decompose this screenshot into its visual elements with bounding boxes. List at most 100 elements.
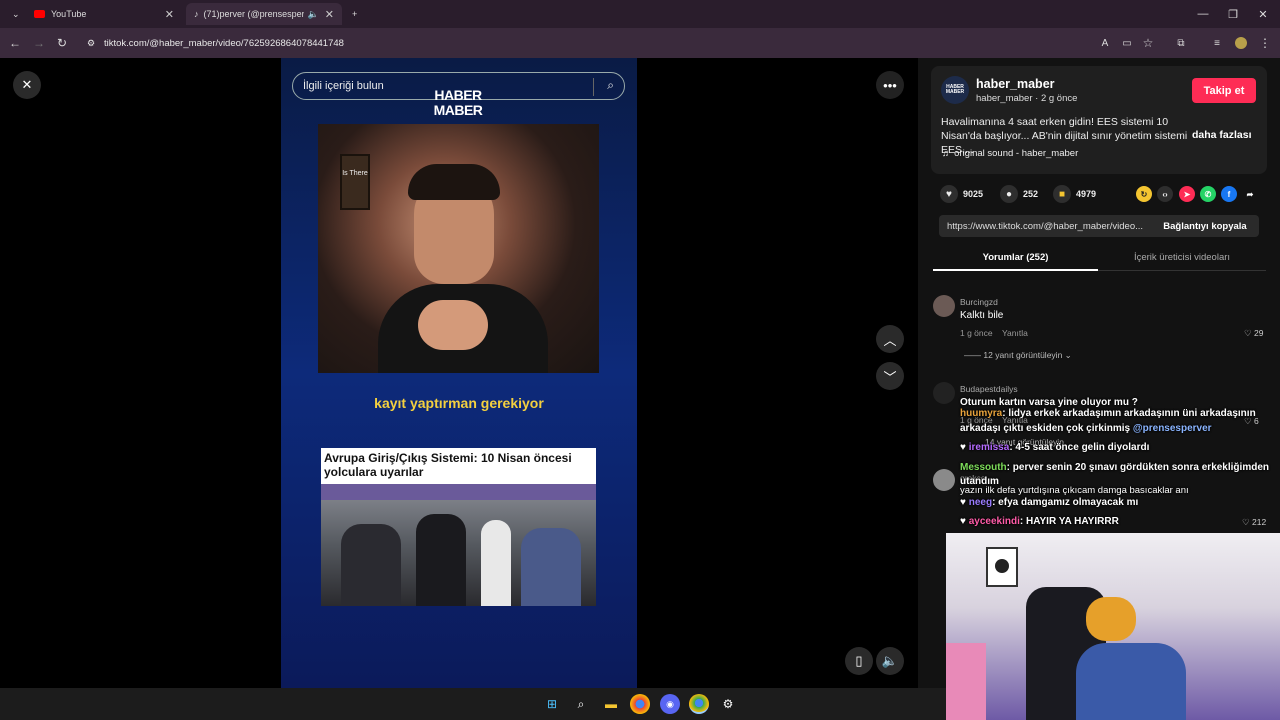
search-placeholder: İlgili içeriği bulun (303, 80, 384, 92)
embed-icon[interactable]: ‹› (1157, 186, 1173, 202)
discord-icon[interactable]: ◉ (660, 694, 680, 714)
like-button[interactable]: ♥ 9025 (940, 185, 984, 203)
comment-avatar[interactable] (933, 295, 955, 317)
poster-text: Is There (342, 170, 368, 177)
speaker-icon[interactable]: 🔈 (308, 9, 319, 20)
menu-icon[interactable]: ⋮ (1256, 34, 1274, 52)
comment-avatar[interactable] (933, 469, 955, 491)
streamer-hair (1086, 597, 1136, 641)
cat-poster (986, 547, 1018, 587)
chat-text: : 4-5 saat önce gelin diyolardı (1009, 442, 1150, 453)
bookmark-star-icon[interactable]: ☆ (1139, 34, 1157, 52)
comment-text: Kalktı bile (960, 310, 1004, 321)
chat-user: neeg (968, 497, 993, 508)
author-username[interactable]: haber_maber (976, 77, 1055, 91)
tab-creator-videos[interactable]: İçerik üreticisi videoları (1098, 249, 1266, 271)
comment-likes[interactable]: ♡ 212 (1242, 517, 1266, 528)
app-icon[interactable]: ⚙ (718, 694, 738, 714)
link-url: https://www.tiktok.com/@haber_maber/vide… (947, 220, 1144, 232)
miniplayer-icon[interactable]: ▯ (845, 647, 873, 675)
comment-likes[interactable]: ♡ 29 (1244, 328, 1263, 339)
author-avatar[interactable]: HABER MABER (941, 76, 969, 104)
reply-link[interactable]: Yanıtla (1002, 328, 1028, 338)
share-arrow-icon[interactable]: ➦ (1242, 186, 1258, 202)
tab-youtube[interactable]: YouTube ✕ (26, 3, 182, 25)
media-icon[interactable]: ≡ (1208, 34, 1226, 52)
presenter-hands (418, 300, 488, 350)
windows-taskbar (0, 688, 946, 720)
chat-user: huumyra (960, 408, 1003, 419)
presenter-hair (408, 164, 500, 200)
author-handle-time: haber_maber · 2 g önce (976, 93, 1078, 104)
logo-line2: MABER (433, 102, 483, 118)
repost-icon[interactable]: ↻ (1136, 186, 1152, 202)
next-video-icon[interactable]: ﹀ (876, 362, 904, 390)
minimize-icon[interactable]: — (1192, 5, 1214, 23)
sound-link[interactable]: ♫ original sound - haber_maber (942, 148, 1078, 159)
sound-name: original sound - haber_maber (954, 148, 1079, 159)
logo-line1: HABER (434, 87, 482, 103)
comment-like-count: 212 (1251, 517, 1267, 527)
file-explorer-icon[interactable]: ▬ (601, 694, 621, 714)
send-icon[interactable]: ➤ (1179, 186, 1195, 202)
haber-maber-logo: HABER MABER (430, 88, 486, 118)
close-video-icon[interactable]: ✕ (13, 71, 41, 99)
tab-tiktok[interactable]: ♪ (71)perver (@prensesperver) 🔈 ✕ (186, 3, 342, 25)
facebook-icon[interactable]: f (1221, 186, 1237, 202)
more-link[interactable]: daha fazlası (1192, 129, 1252, 141)
taskbar-search-icon[interactable]: ⌕ (571, 694, 591, 714)
forward-icon[interactable]: → (30, 34, 48, 52)
previous-video-icon[interactable]: ︿ (876, 325, 904, 353)
more-options-icon[interactable]: ••• (876, 71, 904, 99)
profile-avatar[interactable] (1232, 34, 1250, 52)
airport-ceiling (321, 484, 596, 500)
bookmark-icon: ■ (1053, 185, 1071, 203)
cast-icon[interactable]: ▭ (1118, 34, 1136, 52)
crowd-silhouette (521, 528, 581, 606)
tab-comments[interactable]: Yorumlar (252) (933, 249, 1098, 271)
volume-icon[interactable]: 🔈 (876, 647, 904, 675)
search-icon[interactable]: ⌕ (607, 78, 614, 93)
comment-button[interactable]: ● 252 (1000, 185, 1038, 203)
restore-icon[interactable]: ❐ (1222, 5, 1244, 23)
streamer-shirt (1076, 643, 1186, 720)
heart-icon: ♡ (1244, 328, 1254, 338)
reload-icon[interactable]: ↻ (53, 34, 71, 52)
music-note-icon: ♫ (942, 148, 950, 159)
chat-text: yazın ilk defa yurtdışına çıkıcam damga … (960, 485, 1189, 496)
replies-label: 12 yanıt görüntüleyin (983, 350, 1063, 360)
comment-avatar[interactable] (933, 382, 955, 404)
comment-author[interactable]: Burcingzd (960, 297, 998, 307)
close-tab-icon[interactable]: ✕ (325, 8, 334, 21)
address-bar[interactable]: ⚙ tiktok.com/@haber_maber/video/76259268… (82, 33, 1092, 53)
avatar-text: HABER MABER (945, 84, 965, 95)
comment-like-count: 29 (1253, 328, 1264, 338)
close-tab-icon[interactable]: ✕ (165, 8, 174, 21)
like-count: 9025 (963, 189, 984, 199)
comment-icon: ● (1000, 185, 1018, 203)
windows-start-icon[interactable]: ⊞ (542, 694, 562, 714)
tab-label: YouTube (51, 9, 87, 19)
translate-icon[interactable]: A (1096, 34, 1114, 52)
chrome-active-icon[interactable] (689, 694, 709, 714)
tiktok-icon: ♪ (194, 9, 199, 19)
tab-search-button[interactable]: ⌄ (4, 3, 22, 25)
copy-link-button[interactable]: Bağlantıyı kopyala (1151, 215, 1259, 237)
news-title: Avrupa Giriş/Çıkış Sistemi: 10 Nisan önc… (324, 451, 572, 479)
extensions-icon[interactable]: ⧉ (1172, 34, 1190, 52)
site-info-icon[interactable]: ⚙ (87, 38, 95, 49)
comment-author[interactable]: Budapestdailys (960, 384, 1018, 394)
close-window-icon[interactable]: ✕ (1252, 5, 1274, 23)
save-button[interactable]: ■ 4979 (1053, 185, 1097, 203)
search-divider (593, 78, 594, 96)
comment-time: 1 g önce (960, 328, 993, 338)
save-count: 4979 (1076, 189, 1097, 199)
tab-label: (71)perver (@prensesperver) (203, 9, 304, 19)
back-icon[interactable]: ← (6, 34, 24, 52)
whatsapp-icon[interactable]: ✆ (1200, 186, 1216, 202)
chrome-icon[interactable] (630, 694, 650, 714)
new-tab-button[interactable]: + (344, 3, 362, 25)
chat-user: ayceekindi (968, 516, 1020, 527)
view-replies-link[interactable]: —— 12 yanıt görüntüleyin ⌄ (964, 350, 1072, 361)
follow-button[interactable]: Takip et (1192, 78, 1256, 103)
